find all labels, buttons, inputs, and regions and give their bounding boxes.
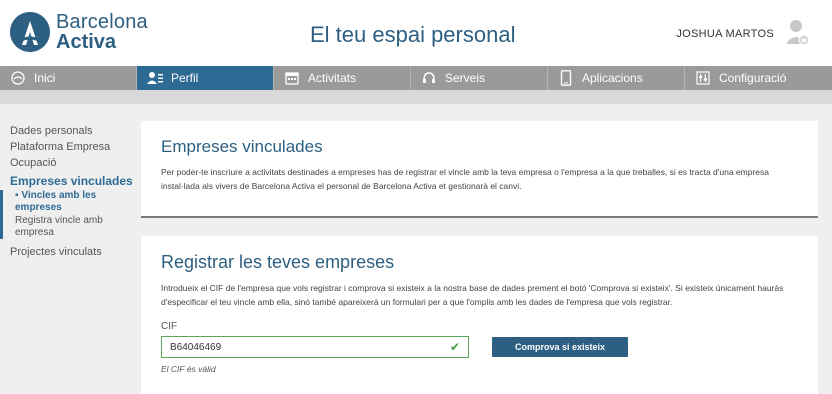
check-icon: ✔: [449, 340, 460, 354]
nav-item-configuracio[interactable]: Configuració: [685, 66, 832, 90]
card2-title: Registrar les teves empreses: [161, 252, 395, 272]
sidebar: Dades personals Plataforma Empresa Ocupa…: [0, 124, 136, 261]
registrar-empreses-card: Registrar les teves empreses Introdueix …: [141, 236, 818, 394]
nav-item-serveis[interactable]: Serveis: [411, 66, 548, 90]
nav-label-configuracio: Configuració: [719, 71, 787, 85]
header: Barcelona Activa El teu espai personal J…: [0, 0, 832, 66]
card2-text: Introdueix el CIF de l'empresa que vols …: [161, 283, 784, 307]
sidebar-submenu: ▪ Vincles amb les empreses Registra vinc…: [0, 190, 136, 239]
nav-item-perfil[interactable]: Perfil: [137, 66, 274, 90]
mobile-icon: [558, 70, 574, 86]
nav-label-aplicacions: Aplicacions: [582, 71, 643, 85]
sidebar-item-projectes-vinculats[interactable]: Projectes vinculats: [10, 245, 136, 259]
user-name[interactable]: JOSHUA MARTOS: [676, 28, 774, 40]
site-title: El teu espai personal: [310, 22, 516, 47]
nav-label-inici: Inici: [34, 71, 56, 85]
sliders-icon: [695, 70, 711, 86]
nav-label-serveis: Serveis: [445, 71, 486, 85]
card1-text: Per poder-te inscriure a activitats dest…: [161, 167, 769, 191]
logo-mark-icon: [10, 12, 50, 52]
nav-label-perfil: Perfil: [171, 71, 199, 85]
home-icon: [10, 70, 26, 86]
calendar-icon: [284, 70, 300, 86]
sidebar-subitem-vincles[interactable]: ▪ Vincles amb les empreses: [15, 190, 136, 214]
empreses-vinculades-card: Empreses vinculades Per poder-te inscriu…: [141, 121, 818, 218]
barcelona-activa-logo[interactable]: Barcelona Activa: [10, 12, 148, 52]
nav-label-activitats: Activitats: [308, 71, 357, 85]
comprova-si-existeix-button[interactable]: Comprova si existeix: [492, 337, 628, 357]
nav-item-aplicacions[interactable]: Aplicacions: [548, 66, 685, 90]
sidebar-item-ocupacio[interactable]: Ocupació: [10, 156, 136, 170]
user-avatar-icon[interactable]: [784, 18, 810, 48]
nav-item-activitats[interactable]: Activitats: [274, 66, 411, 90]
logo-line1: Barcelona: [56, 11, 148, 33]
cif-value: B64046469: [170, 341, 222, 353]
headset-icon: [421, 70, 437, 86]
main-nav: Inici Perfil Activitats Serveis Aplicaci…: [0, 66, 832, 90]
logo-line2: Activa: [56, 31, 117, 53]
subbar: [0, 90, 832, 104]
profile-icon: [147, 70, 163, 86]
card1-title: Empreses vinculades: [161, 137, 323, 156]
cif-input[interactable]: B64046469 ✔: [161, 336, 469, 358]
cif-valid-message: El CIF és vàlid: [161, 364, 216, 374]
nav-item-inici[interactable]: Inici: [0, 66, 137, 90]
cif-label: CIF: [161, 321, 178, 332]
sidebar-item-empreses-vinculades[interactable]: Empreses vinculades: [10, 174, 136, 188]
sidebar-subitem-registra[interactable]: Registra vincle amb empresa: [15, 215, 136, 239]
sidebar-item-plataforma-empresa[interactable]: Plataforma Empresa: [10, 140, 136, 154]
sidebar-item-dades-personals[interactable]: Dades personals: [10, 124, 136, 138]
